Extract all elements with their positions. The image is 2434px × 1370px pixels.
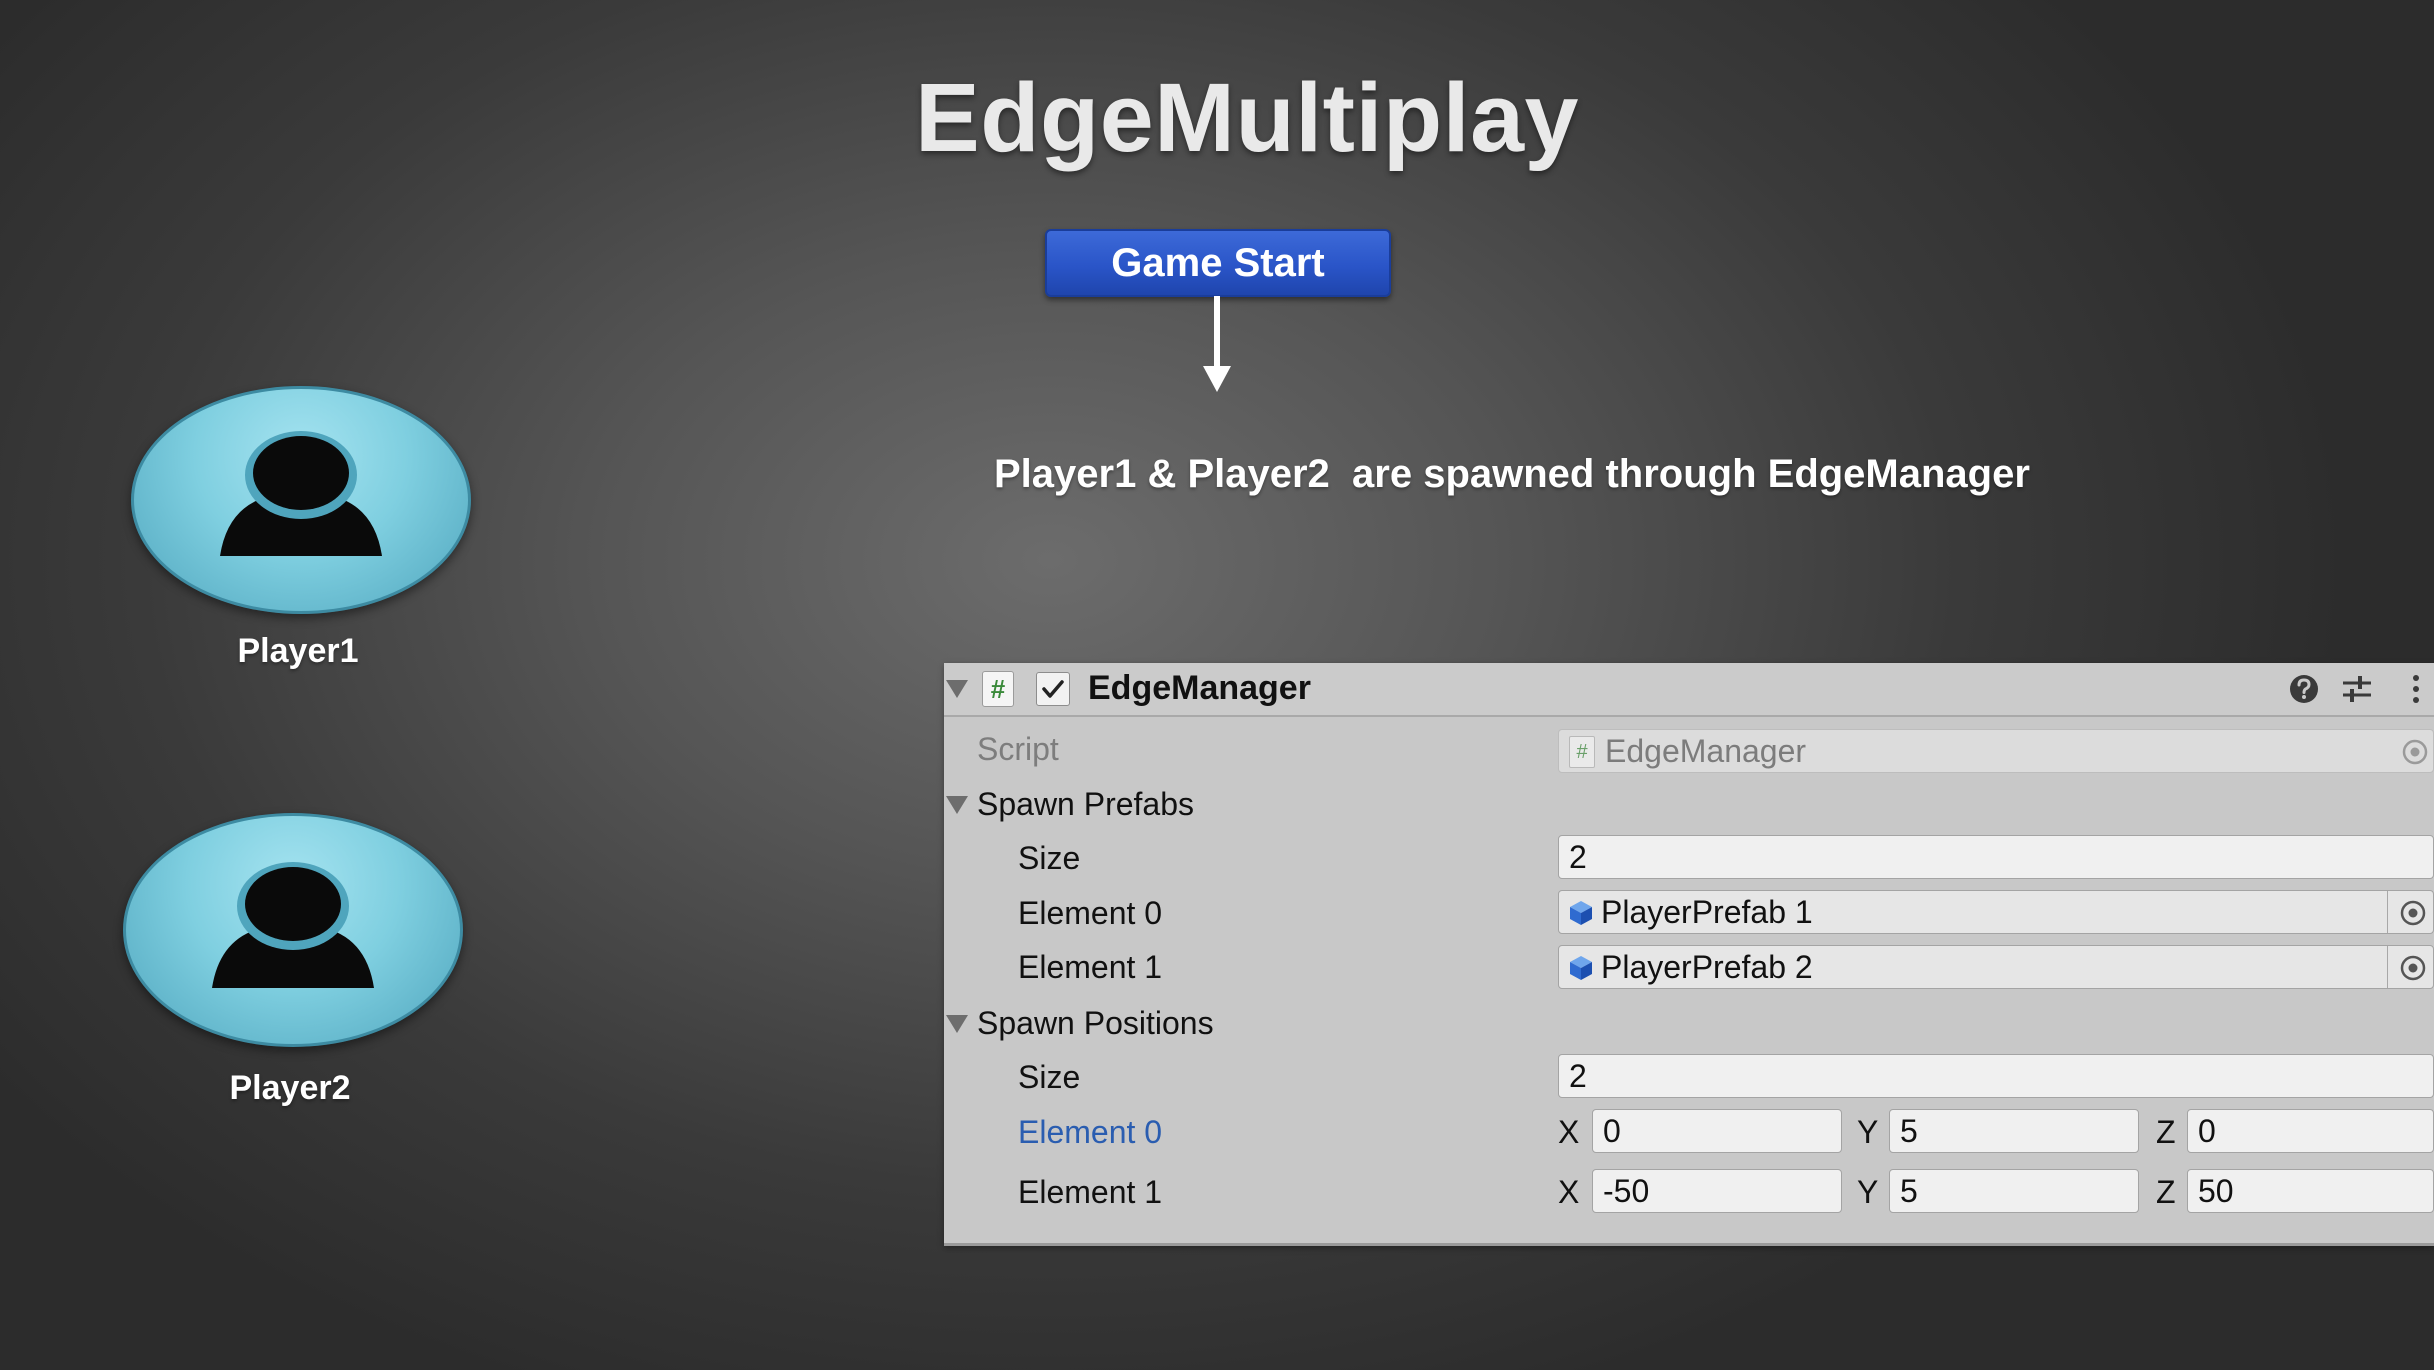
x-axis-label: X [1558,1114,1580,1150]
arrow-shaft [1214,296,1220,370]
y-axis-label: Y [1857,1114,1879,1150]
spawn-positions-size-input[interactable]: 2 [1558,1054,2434,1098]
spawn-prefab-element-0-label: Element 0 [1018,895,1163,931]
arrow-down-icon [1203,366,1231,392]
position-1-z-input[interactable]: 50 [2187,1169,2434,1213]
position-0-z-input[interactable]: 0 [2187,1109,2434,1153]
script-hash-icon: # [1569,736,1595,768]
x-axis-label: X [1558,1174,1580,1210]
game-start-button[interactable]: Game Start [1045,229,1391,297]
y-axis-label: Y [1857,1174,1879,1210]
component-title: EdgeManager [1088,669,1311,707]
z-axis-label: Z [2156,1114,2176,1150]
prefab-cube-icon [1570,901,1592,925]
more-icon[interactable] [2406,673,2426,705]
preset-icon[interactable] [2340,673,2374,705]
inspector-panel: # EdgeManager Script # EdgeManager Spawn… [944,663,2434,1246]
player1-label: Player1 [237,632,359,670]
help-icon[interactable] [2288,673,2320,705]
player1-avatar [131,386,471,614]
spawn-prefabs-fold-icon[interactable] [946,796,968,814]
position-1-x-input[interactable]: -50 [1592,1169,1842,1213]
position-0-y-input[interactable]: 5 [1889,1109,2139,1153]
position-1-y-input[interactable]: 5 [1889,1169,2139,1213]
object-picker-icon[interactable] [2399,954,2427,982]
person-icon [220,431,382,556]
script-value: EdgeManager [1605,733,1807,769]
object-picker-icon[interactable] [2399,899,2427,927]
spawn-prefabs-size-label: Size [1018,840,1081,876]
spawn-caption: Player1 & Player2 are spawned through Ed… [994,452,2030,496]
spawn-prefab-element-1-value: PlayerPrefab 2 [1601,949,1813,985]
spawn-prefabs-size-input[interactable]: 2 [1558,835,2434,879]
fold-arrow-icon[interactable] [946,680,968,698]
prefab-cube-icon [1570,956,1592,980]
component-header[interactable]: # EdgeManager [944,663,2434,717]
page-title: EdgeMultiplay [915,63,1579,172]
spawn-prefab-element-1-label: Element 1 [1018,949,1163,985]
spawn-prefab-element-0-value: PlayerPrefab 1 [1601,894,1813,930]
spawn-position-element-0-label: Element 0 [1018,1114,1163,1150]
script-field[interactable]: # EdgeManager [1558,729,2434,773]
spawn-prefab-element-1-field[interactable]: PlayerPrefab 2 [1558,945,2434,989]
person-icon [212,862,374,988]
player2-label: Player2 [229,1069,351,1107]
spawn-prefab-element-0-field[interactable]: PlayerPrefab 1 [1558,890,2434,934]
spawn-prefabs-label[interactable]: Spawn Prefabs [977,786,1194,823]
spawn-positions-label[interactable]: Spawn Positions [977,1005,1214,1042]
position-0-x-input[interactable]: 0 [1592,1109,1842,1153]
spawn-positions-fold-icon[interactable] [946,1015,968,1033]
script-hash-icon: # [982,671,1014,707]
script-label: Script [977,731,1059,767]
spawn-position-element-1-label: Element 1 [1018,1174,1163,1210]
enabled-checkbox[interactable] [1036,672,1070,706]
spawn-positions-size-label: Size [1018,1059,1081,1095]
player2-avatar [123,813,463,1047]
z-axis-label: Z [2156,1174,2176,1210]
object-picker-icon[interactable] [2401,738,2429,766]
